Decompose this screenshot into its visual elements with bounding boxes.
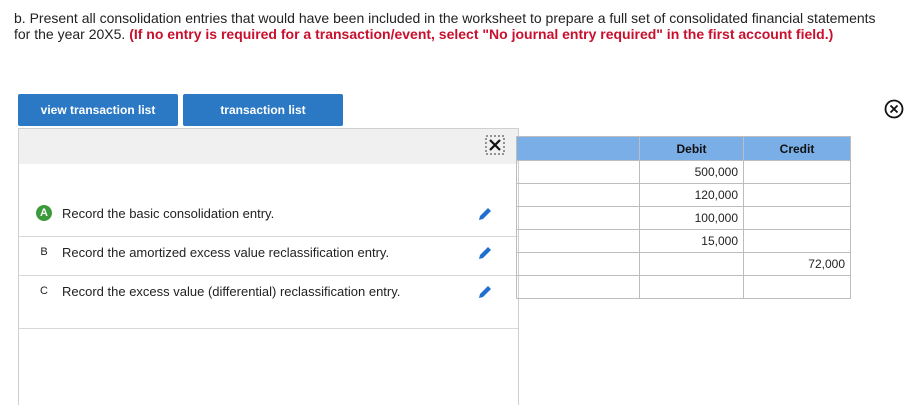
- credit-cell[interactable]: 72,000: [743, 252, 851, 276]
- close-icon[interactable]: [884, 99, 904, 119]
- divider: [19, 328, 518, 329]
- credit-cell[interactable]: [743, 183, 851, 207]
- pencil-icon[interactable]: [476, 244, 494, 262]
- divider: [19, 275, 518, 276]
- instructions: b. Present all consolidation entries tha…: [14, 10, 894, 42]
- transaction-panel: A Record the basic consolidation entry. …: [18, 128, 519, 405]
- table-row: 120,000: [516, 183, 851, 207]
- table-header-row: Debit Credit: [516, 136, 851, 161]
- account-cell[interactable]: [516, 229, 640, 253]
- debit-cell[interactable]: 120,000: [639, 183, 744, 207]
- table-row: 72,000: [516, 252, 851, 276]
- debit-cell[interactable]: [639, 252, 744, 276]
- account-cell[interactable]: [516, 275, 640, 299]
- transaction-label: Record the amortized excess value reclas…: [62, 245, 390, 260]
- table-row: 15,000: [516, 229, 851, 253]
- account-header: [516, 136, 640, 161]
- debit-header: Debit: [639, 136, 744, 161]
- transaction-label: Record the basic consolidation entry.: [62, 206, 275, 221]
- credit-cell[interactable]: [743, 206, 851, 230]
- transaction-letter-badge: A: [36, 205, 52, 221]
- account-cell[interactable]: [516, 160, 640, 184]
- debit-cell[interactable]: 100,000: [639, 206, 744, 230]
- table-row: 500,000: [516, 160, 851, 184]
- divider: [19, 236, 518, 237]
- transaction-letter: C: [40, 284, 48, 297]
- journal-entry-table: Debit Credit 500,000 120,000 100,000 15,…: [516, 136, 851, 299]
- transaction-label: Record the excess value (differential) r…: [62, 284, 401, 299]
- table-row: [516, 275, 851, 299]
- expand-icon[interactable]: [485, 135, 505, 155]
- account-cell[interactable]: [516, 206, 640, 230]
- debit-cell[interactable]: 500,000: [639, 160, 744, 184]
- transaction-list-button[interactable]: transaction list: [183, 94, 343, 126]
- instructions-emphasis: (If no entry is required for a transacti…: [129, 26, 834, 42]
- debit-cell[interactable]: 15,000: [639, 229, 744, 253]
- credit-cell[interactable]: [743, 229, 851, 253]
- pencil-icon[interactable]: [476, 205, 494, 223]
- credit-cell[interactable]: [743, 160, 851, 184]
- view-transaction-list-button[interactable]: view transaction list: [18, 94, 178, 126]
- transaction-panel-header: [19, 129, 518, 164]
- debit-cell[interactable]: [639, 275, 744, 299]
- table-row: 100,000: [516, 206, 851, 230]
- account-cell[interactable]: [516, 252, 640, 276]
- pencil-icon[interactable]: [476, 283, 494, 301]
- credit-header: Credit: [743, 136, 851, 161]
- transaction-letter: B: [40, 245, 48, 258]
- account-cell[interactable]: [516, 183, 640, 207]
- credit-cell[interactable]: [743, 275, 851, 299]
